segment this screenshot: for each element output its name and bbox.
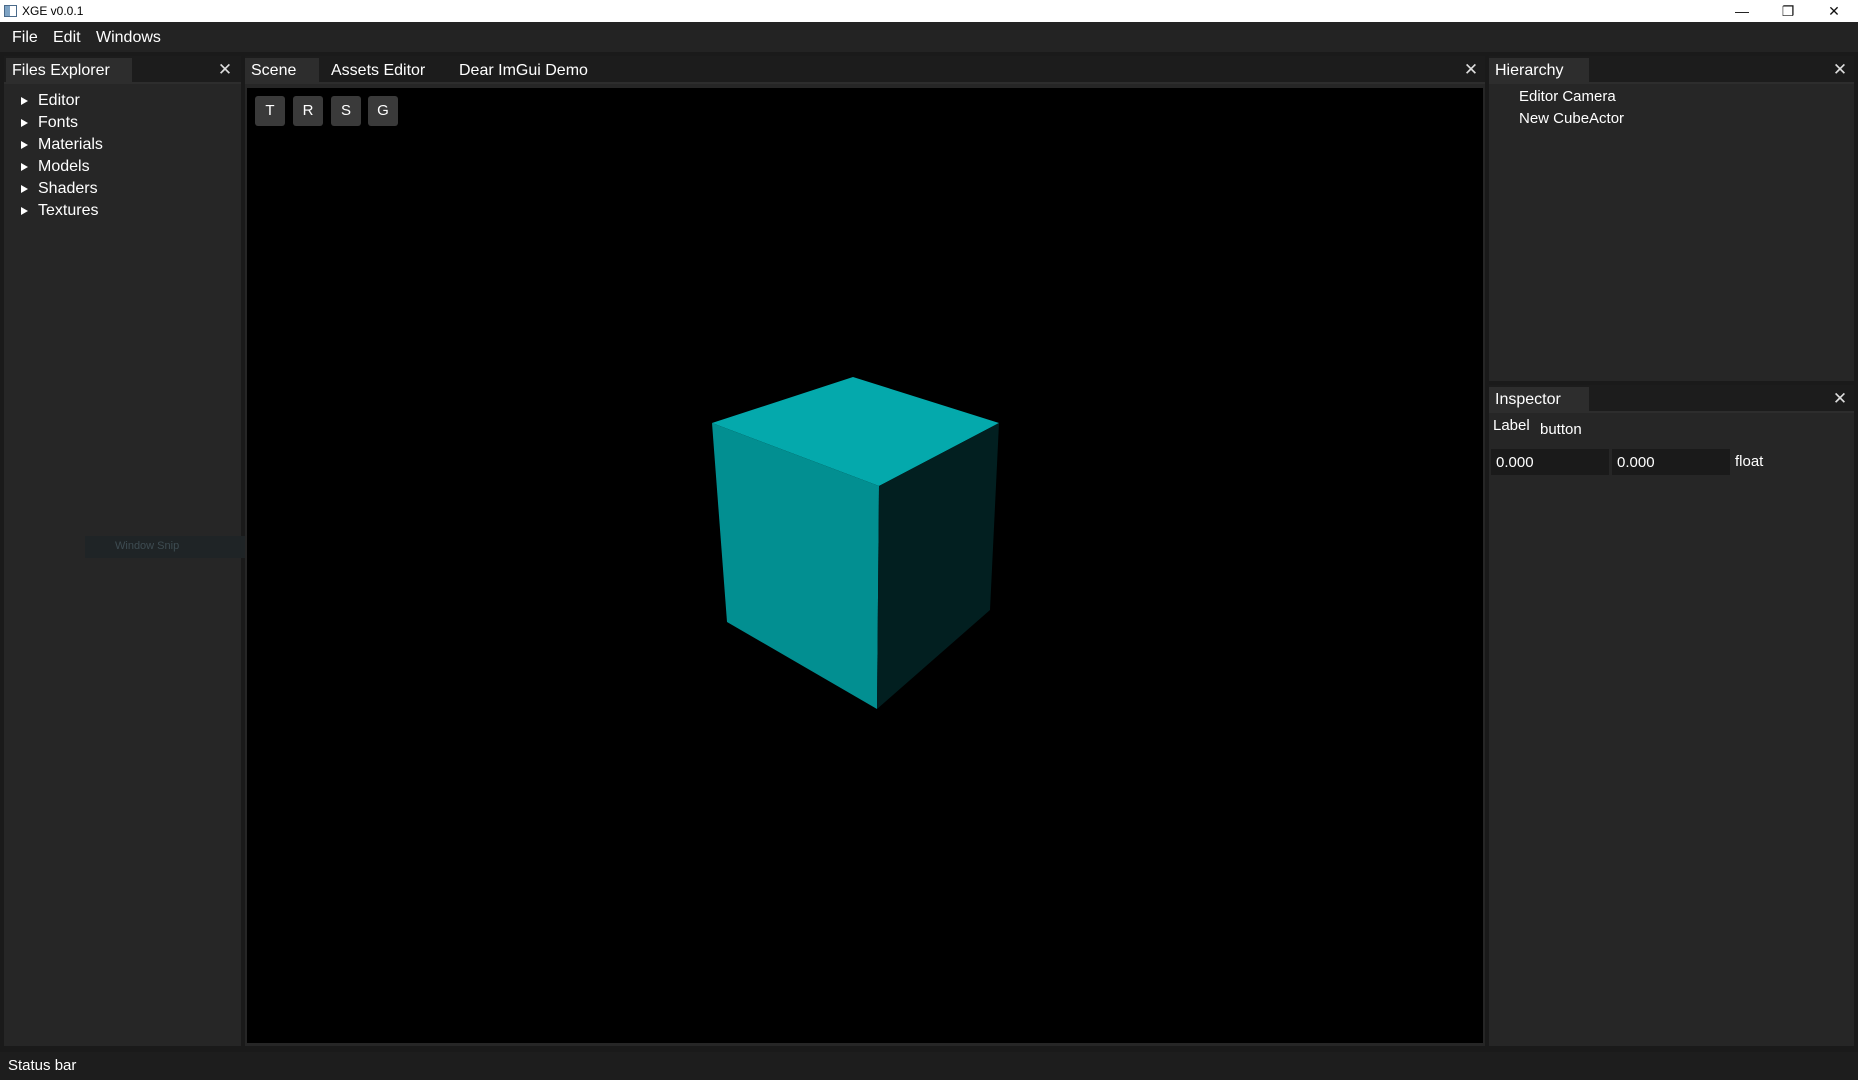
expand-arrow-icon[interactable] [21, 185, 28, 193]
status-text: Status bar [8, 1057, 77, 1074]
window-title: XGE v0.0.1 [22, 4, 84, 18]
app-icon [4, 5, 17, 17]
folder-textures[interactable]: Textures [12, 200, 103, 222]
hierarchy-panel: Hierarchy ✕ Editor Camera New CubeActor [1489, 56, 1854, 381]
close-icon[interactable]: ✕ [1830, 60, 1850, 80]
float-input-y[interactable] [1612, 449, 1730, 475]
tab-scene[interactable]: Scene [245, 58, 319, 84]
drag-ghost-tooltip: Window Snip [85, 536, 258, 558]
menu-windows[interactable]: Windows [96, 29, 161, 47]
close-icon[interactable]: ✕ [1830, 389, 1850, 409]
scene-viewport[interactable]: T R S G [247, 88, 1483, 1043]
inspector-label: Label [1493, 417, 1530, 434]
tab-dear-imgui-demo[interactable]: Dear ImGui Demo [453, 58, 594, 84]
files-explorer-tabstrip: Files Explorer ✕ [4, 56, 241, 84]
inspector-panel: Inspector ✕ Label button float [1489, 385, 1854, 1046]
status-bar: Status bar [0, 1052, 1858, 1080]
folder-editor[interactable]: Editor [12, 90, 103, 112]
folder-label: Materials [38, 136, 103, 153]
float-input-x[interactable] [1491, 449, 1609, 475]
folder-label: Shaders [38, 180, 98, 197]
tab-hierarchy[interactable]: Hierarchy [1489, 58, 1589, 84]
folder-materials[interactable]: Materials [12, 134, 103, 156]
folder-label: Fonts [38, 114, 79, 131]
close-window-button[interactable]: ✕ [1811, 0, 1857, 22]
expand-arrow-icon[interactable] [21, 207, 28, 215]
menu-file[interactable]: File [12, 29, 38, 47]
folder-fonts[interactable]: Fonts [12, 112, 103, 134]
folder-label: Textures [38, 202, 99, 219]
minimize-button[interactable]: — [1719, 0, 1765, 22]
center-tabstrip: Scene Assets Editor Dear ImGui Demo ✕ [245, 56, 1485, 84]
scene-panel: Scene Assets Editor Dear ImGui Demo ✕ T … [245, 56, 1485, 1046]
close-icon[interactable]: ✕ [1461, 60, 1481, 80]
close-icon[interactable]: ✕ [215, 60, 235, 80]
menu-edit[interactable]: Edit [53, 29, 81, 47]
folder-label: Models [38, 158, 90, 175]
hierarchy-tabstrip: Hierarchy ✕ [1489, 56, 1854, 84]
maximize-button[interactable]: ❐ [1765, 0, 1811, 22]
folder-models[interactable]: Models [12, 156, 103, 178]
cube-render [712, 377, 999, 709]
inspector-tabstrip: Inspector ✕ [1489, 385, 1854, 413]
expand-arrow-icon[interactable] [21, 141, 28, 149]
hierarchy-item-editor-camera[interactable]: Editor Camera [1519, 88, 1616, 105]
folder-label: Editor [38, 92, 80, 109]
tab-files-explorer[interactable]: Files Explorer [6, 58, 132, 84]
tab-assets-editor[interactable]: Assets Editor [325, 58, 431, 84]
expand-arrow-icon[interactable] [21, 119, 28, 127]
tab-inspector[interactable]: Inspector [1489, 387, 1589, 413]
inspector-button[interactable]: button [1535, 419, 1587, 443]
menu-bar: File Edit Windows [0, 22, 1858, 52]
folder-shaders[interactable]: Shaders [12, 178, 103, 200]
hierarchy-item-new-cubeactor[interactable]: New CubeActor [1519, 110, 1624, 127]
folder-tree: Editor Fonts Materials Models Shaders Te… [12, 90, 103, 222]
expand-arrow-icon[interactable] [21, 163, 28, 171]
expand-arrow-icon[interactable] [21, 97, 28, 105]
float-field-label: float [1735, 453, 1764, 470]
window-titlebar: XGE v0.0.1 — ❐ ✕ [0, 0, 1858, 22]
